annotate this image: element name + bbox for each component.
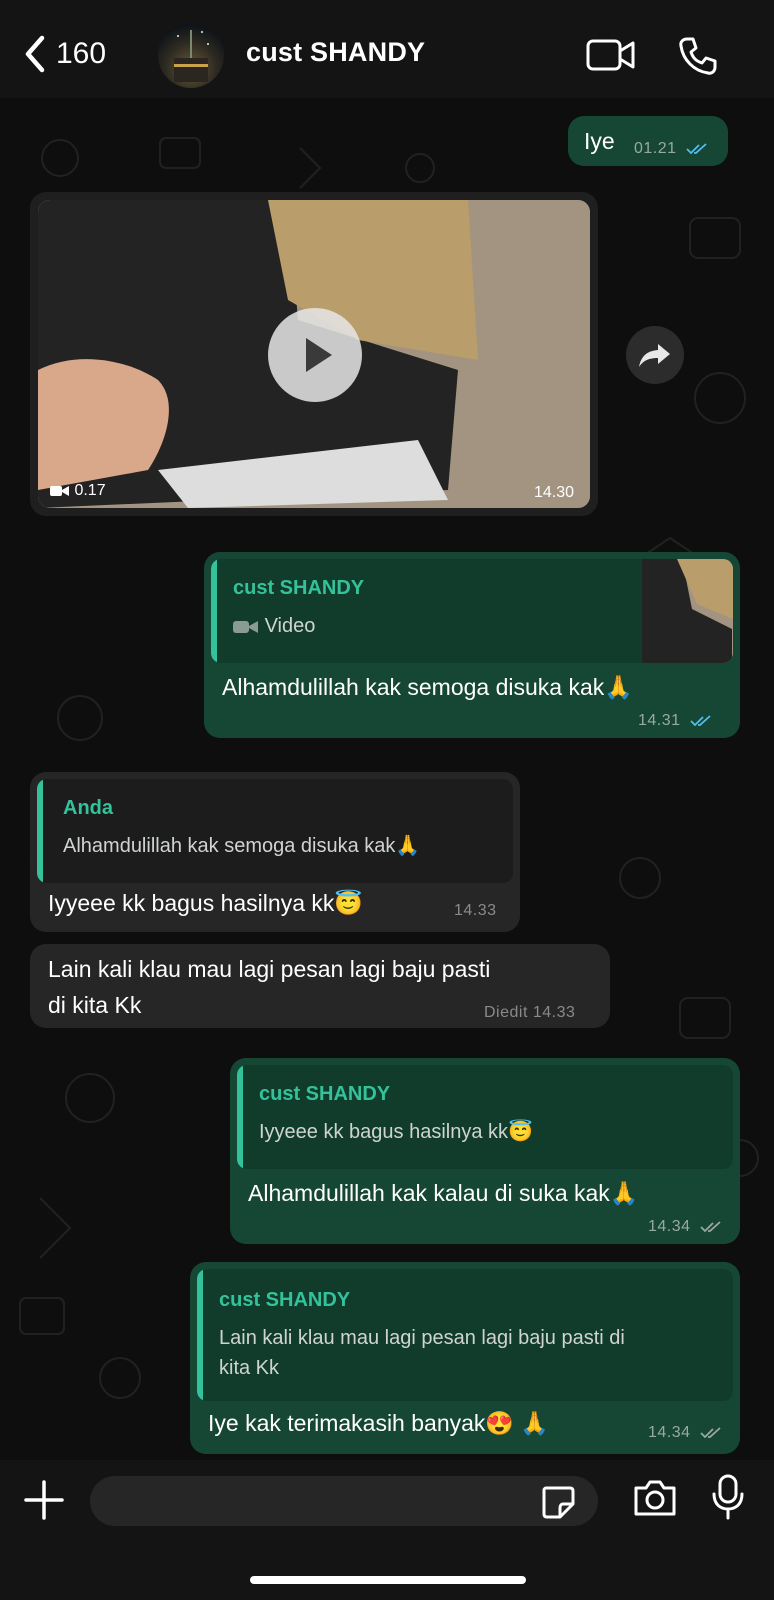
contact-name[interactable]: cust SHANDY [246,37,425,68]
unread-count: 160 [56,37,107,70]
quote-author: cust SHANDY [233,577,365,599]
phone-icon[interactable] [678,36,718,81]
video-camera-icon [50,485,69,496]
time-label: 14.33 [532,1004,576,1021]
message-text-line: Lain kali klau mau lagi pesan lagi baju … [48,956,491,982]
quoted-message[interactable]: cust SHANDY Video [211,559,733,663]
quote-author: cust SHANDY [219,1289,351,1311]
message-time: 01.21 [634,140,708,158]
edited-label: Diedit [484,1004,528,1021]
avatar[interactable] [158,22,224,88]
message-outgoing[interactable]: cust SHANDY Lain kali klau mau lagi pesa… [190,1262,740,1454]
duration-label: 0.17 [74,482,106,499]
message-text: Iyyeee kk bagus hasilnya kk😇 [48,890,364,916]
quote-author: Anda [63,797,113,819]
chevron-left-icon [25,35,45,73]
message-time: 14.30 [534,484,575,501]
play-button[interactable] [268,308,362,402]
quote-bar [197,1269,203,1401]
home-indicator [250,1576,526,1584]
message-incoming[interactable]: Lain kali klau mau lagi pesan lagi baju … [30,944,610,1028]
time-label: 01.21 [634,140,677,157]
quote-text: Alhamdulillah kak semoga disuka kak🙏 [63,835,421,857]
read-ticks-icon [685,143,707,155]
time-label: 14.34 [648,1218,691,1235]
message-outgoing[interactable]: cust SHANDY Iyyeee kk bagus hasilnya kk😇… [230,1058,740,1244]
play-icon [306,338,332,372]
quote-author: cust SHANDY [259,1083,391,1105]
message-text: Iye [584,128,615,154]
time-label: 14.34 [648,1424,691,1441]
chat-header: 160 cust SHANDY [0,0,774,98]
delivered-ticks-icon [699,1427,721,1439]
plus-icon[interactable] [24,1480,64,1525]
sticker-icon[interactable] [540,1484,576,1525]
quote-thumbnail [642,559,733,663]
message-text-line: di kita Kk [48,992,142,1018]
quote-text: Iyyeee kk bagus hasilnya kk😇 [259,1121,533,1143]
message-time: 14.31 [638,712,712,730]
message-video[interactable]: 0.17 14.30 [30,192,598,516]
quote-text-line: Lain kali klau mau lagi pesan lagi baju … [219,1327,625,1349]
composer-bar [0,1460,774,1600]
message-incoming[interactable]: Anda Alhamdulillah kak semoga disuka kak… [30,772,520,932]
delivered-ticks-icon [699,1221,721,1233]
microphone-icon[interactable] [710,1474,746,1525]
message-time: 14.34 [648,1218,722,1236]
quote-bar [237,1065,243,1169]
camera-icon[interactable] [632,1478,678,1523]
quoted-message[interactable]: Anda Alhamdulillah kak semoga disuka kak… [37,779,513,883]
message-time: 14.33 [454,902,497,919]
avatar-image [174,30,209,82]
forward-arrow-icon [639,344,670,367]
quote-text-label: Video [264,615,316,637]
message-outgoing[interactable]: cust SHANDY Video Alhamdulillah kak semo… [204,552,740,738]
quote-text-line: kita Kk [219,1357,280,1379]
quoted-message[interactable]: cust SHANDY Iyyeee kk bagus hasilnya kk😇 [237,1065,733,1169]
video-duration: 0.17 [50,482,106,500]
back-button[interactable]: 160 [22,34,106,74]
message-input[interactable] [90,1476,598,1526]
quoted-message[interactable]: cust SHANDY Lain kali klau mau lagi pesa… [197,1269,733,1401]
message-text: Alhamdulillah kak kalau di suka kak🙏 [248,1180,639,1206]
quote-bar [37,779,43,883]
message-text: Iye kak terimakasih banyak😍 🙏 [208,1410,550,1436]
message-time: 14.34 [648,1424,722,1442]
message-text: Alhamdulillah kak semoga disuka kak🙏 [222,674,633,700]
message-time: Diedit 14.33 [484,1004,575,1022]
video-camera-icon [233,620,258,633]
time-label: 14.31 [638,712,681,729]
video-call-icon[interactable] [586,38,636,77]
quote-text: Video [233,611,315,641]
video-thumbnail[interactable]: 0.17 14.30 [38,200,590,508]
chat-area[interactable]: Iye 01.21 0.17 14.30 cust SHANDY Video A… [0,98,774,1460]
quote-bar [211,559,217,663]
forward-button[interactable] [626,326,684,384]
message-outgoing[interactable]: Iye 01.21 [568,116,728,166]
read-ticks-icon [689,715,711,727]
